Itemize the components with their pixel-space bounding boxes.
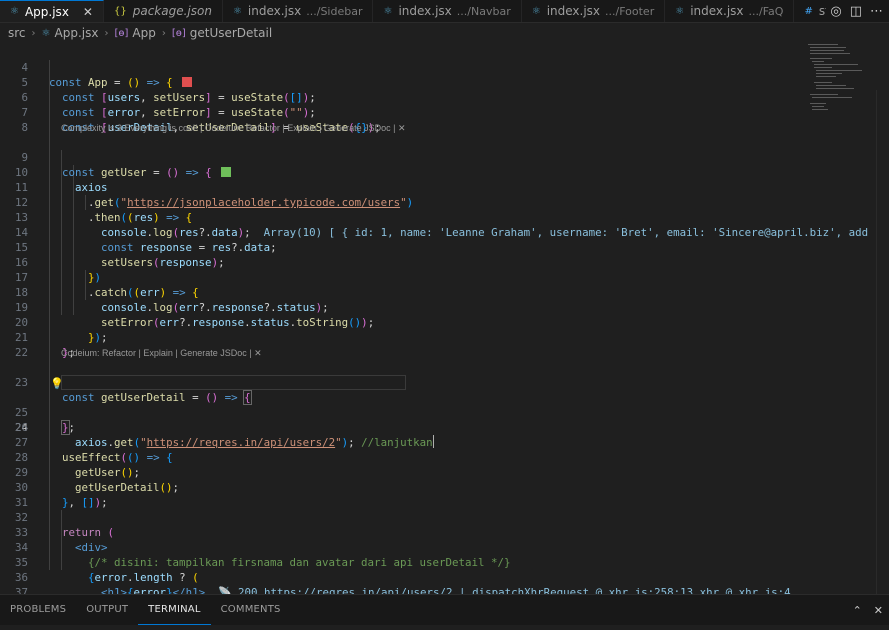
tab-label: App.jsx <box>24 4 69 19</box>
breadcrumb-folder[interactable]: src <box>8 26 26 40</box>
symbol-variable-icon: [ɵ] <box>171 27 186 39</box>
code-line: 20 }); <box>0 300 889 344</box>
panel-actions: ⌃ ✕ <box>853 595 883 625</box>
close-icon[interactable]: ✕ <box>83 5 93 19</box>
code-line: 13 console.log(res?.data); Array(10) [ {… <box>0 195 889 239</box>
tab-label: index.jsx <box>398 4 452 18</box>
lightbulb-icon[interactable]: 💡 <box>50 376 64 391</box>
code-line: 18 console.log(err?.response?.status); <box>0 270 889 314</box>
code-line: 8 <box>0 105 889 134</box>
minimap[interactable] <box>808 42 863 112</box>
code-line: 23 const getUserDetail = () => { <box>0 360 889 405</box>
tab-index-faq[interactable]: ⚛ index.jsx .../FaQ <box>665 0 795 22</box>
code-line: 28 getUser(); <box>0 435 889 479</box>
code-line: 14 const response = res?.data; <box>0 210 889 254</box>
code-line: 26 <box>0 405 889 434</box>
code-line: 16 }) <box>0 240 889 284</box>
react-icon: ⚛ <box>383 5 393 17</box>
code-line: 31 <box>0 480 889 509</box>
tab-index-footer[interactable]: ⚛ index.jsx .../Footer <box>522 0 666 22</box>
codelens-getuser[interactable]: Complexity is 3 Everything is cool! | Co… <box>61 122 406 134</box>
tab-output[interactable]: OUTPUT <box>76 595 138 625</box>
code-line: 32 return ( <box>0 495 889 539</box>
code-editor[interactable]: 4 const App = () => { 5 const [users, se… <box>0 45 889 625</box>
editor-tab-bar: ⚛ App.jsx ✕ {} package.json ⚛ index.jsx … <box>0 0 889 23</box>
css-icon: # <box>804 5 813 17</box>
json-icon: {} <box>113 5 127 17</box>
tab-index-sidebar[interactable]: ⚛ index.jsx .../Sidebar <box>223 0 374 22</box>
more-actions-icon[interactable]: ⋯ <box>870 4 883 19</box>
current-line-highlight <box>61 375 406 390</box>
chevron-right-icon: › <box>104 27 109 39</box>
tab-comments[interactable]: COMMENTS <box>211 595 291 625</box>
react-icon: ⚛ <box>675 5 685 17</box>
code-line: 6 const [error, setError] = useState("")… <box>0 75 889 119</box>
tab-app-jsx[interactable]: ⚛ App.jsx ✕ <box>0 0 104 22</box>
tab-problems[interactable]: PROBLEMS <box>0 595 76 625</box>
symbol-variable-icon: [ɵ] <box>114 27 129 39</box>
code-line: 33 <div> <box>0 510 889 554</box>
chevron-up-icon[interactable]: ⌃ <box>853 604 862 617</box>
tab-description: .../Sidebar <box>306 4 363 18</box>
line-number: 22 <box>14 346 28 359</box>
tab-index-navbar[interactable]: ⚛ index.jsx .../Navbar <box>373 0 522 22</box>
tab-label: index.jsx <box>247 4 302 18</box>
code-line: 36 <h1>{error}</h1> 📡 200 https://reqres… <box>0 555 889 599</box>
react-icon: ⚛ <box>10 6 19 17</box>
code-line: 5 const [users, setUsers] = useState([])… <box>0 60 889 104</box>
code-line: 29 getUserDetail(); <box>0 450 889 494</box>
panel-tab-bar: PROBLEMS OUTPUT TERMINAL COMMENTS ⌃ ✕ <box>0 594 889 625</box>
line-number: 8 <box>21 121 28 134</box>
breadcrumb-symbol-getuserdetail[interactable]: getUserDetail <box>190 26 272 40</box>
tab-description: .../Footer <box>605 4 655 18</box>
react-icon: ⚛ <box>531 5 541 17</box>
editor-actions: ◎ ◫ ⋯ <box>826 0 889 22</box>
tab-package-json[interactable]: {} package.json <box>104 0 223 22</box>
code-line: 7 const [userDetail, setUserDetail] = us… <box>0 90 889 134</box>
code-line: 12 .then((res) => { <box>0 180 889 224</box>
code-line: 22 <box>0 330 889 359</box>
code-line: 15 setUsers(response); <box>0 225 889 269</box>
code-line-current: 💡 24 axios.get("https://reqres.in/api/us… <box>0 375 889 449</box>
tab-label: package.json <box>132 4 212 18</box>
tab-description: .../Navbar <box>456 4 511 18</box>
vertical-scrollbar[interactable] <box>876 90 887 625</box>
copilot-icon[interactable]: ◎ <box>830 4 841 19</box>
chevron-right-icon: › <box>31 27 36 39</box>
chevron-right-icon: › <box>161 27 166 39</box>
tab-label: index.jsx <box>690 4 744 18</box>
react-icon: ⚛ <box>232 5 242 17</box>
breadcrumb-file[interactable]: App.jsx <box>55 26 99 40</box>
code-line: 17 .catch((err) => { <box>0 255 889 299</box>
close-icon[interactable]: ✕ <box>874 604 883 617</box>
code-line: 4 const App = () => { <box>0 45 889 89</box>
code-line: 35 {error.length ? ( <box>0 540 889 584</box>
codelens-getuserdetail[interactable]: Codeium: Refactor | Explain | Generate J… <box>61 347 262 359</box>
code-line: 27 useEffect(() => { <box>0 420 889 464</box>
code-line: 37 ) : ( <box>0 570 889 614</box>
code-line: 25 }; <box>0 390 889 435</box>
code-line: 10 axios <box>0 150 889 194</box>
code-line: 11 .get("https://jsonplaceholder.typicod… <box>0 165 889 209</box>
code-line: 34 {/* disini: tampilkan firsnama dan av… <box>0 525 889 569</box>
tab-label: index.jsx <box>546 4 601 18</box>
code-line: 19 setError(err?.response.status.toStrin… <box>0 285 889 329</box>
code-line: 30 }, []); <box>0 465 889 509</box>
breadcrumb: src › ⚛ App.jsx › [ɵ] App › [ɵ] getUserD… <box>0 25 889 41</box>
breadcrumb-symbol-app[interactable]: App <box>132 26 155 40</box>
tab-description: .../FaQ <box>748 4 784 18</box>
code-line: 9 const getUser = () => { <box>0 135 889 179</box>
code-line: 21 }; <box>0 315 889 359</box>
tab-terminal[interactable]: TERMINAL <box>138 595 211 625</box>
split-editor-icon[interactable]: ◫ <box>850 4 862 19</box>
react-icon: ⚛ <box>41 27 51 39</box>
